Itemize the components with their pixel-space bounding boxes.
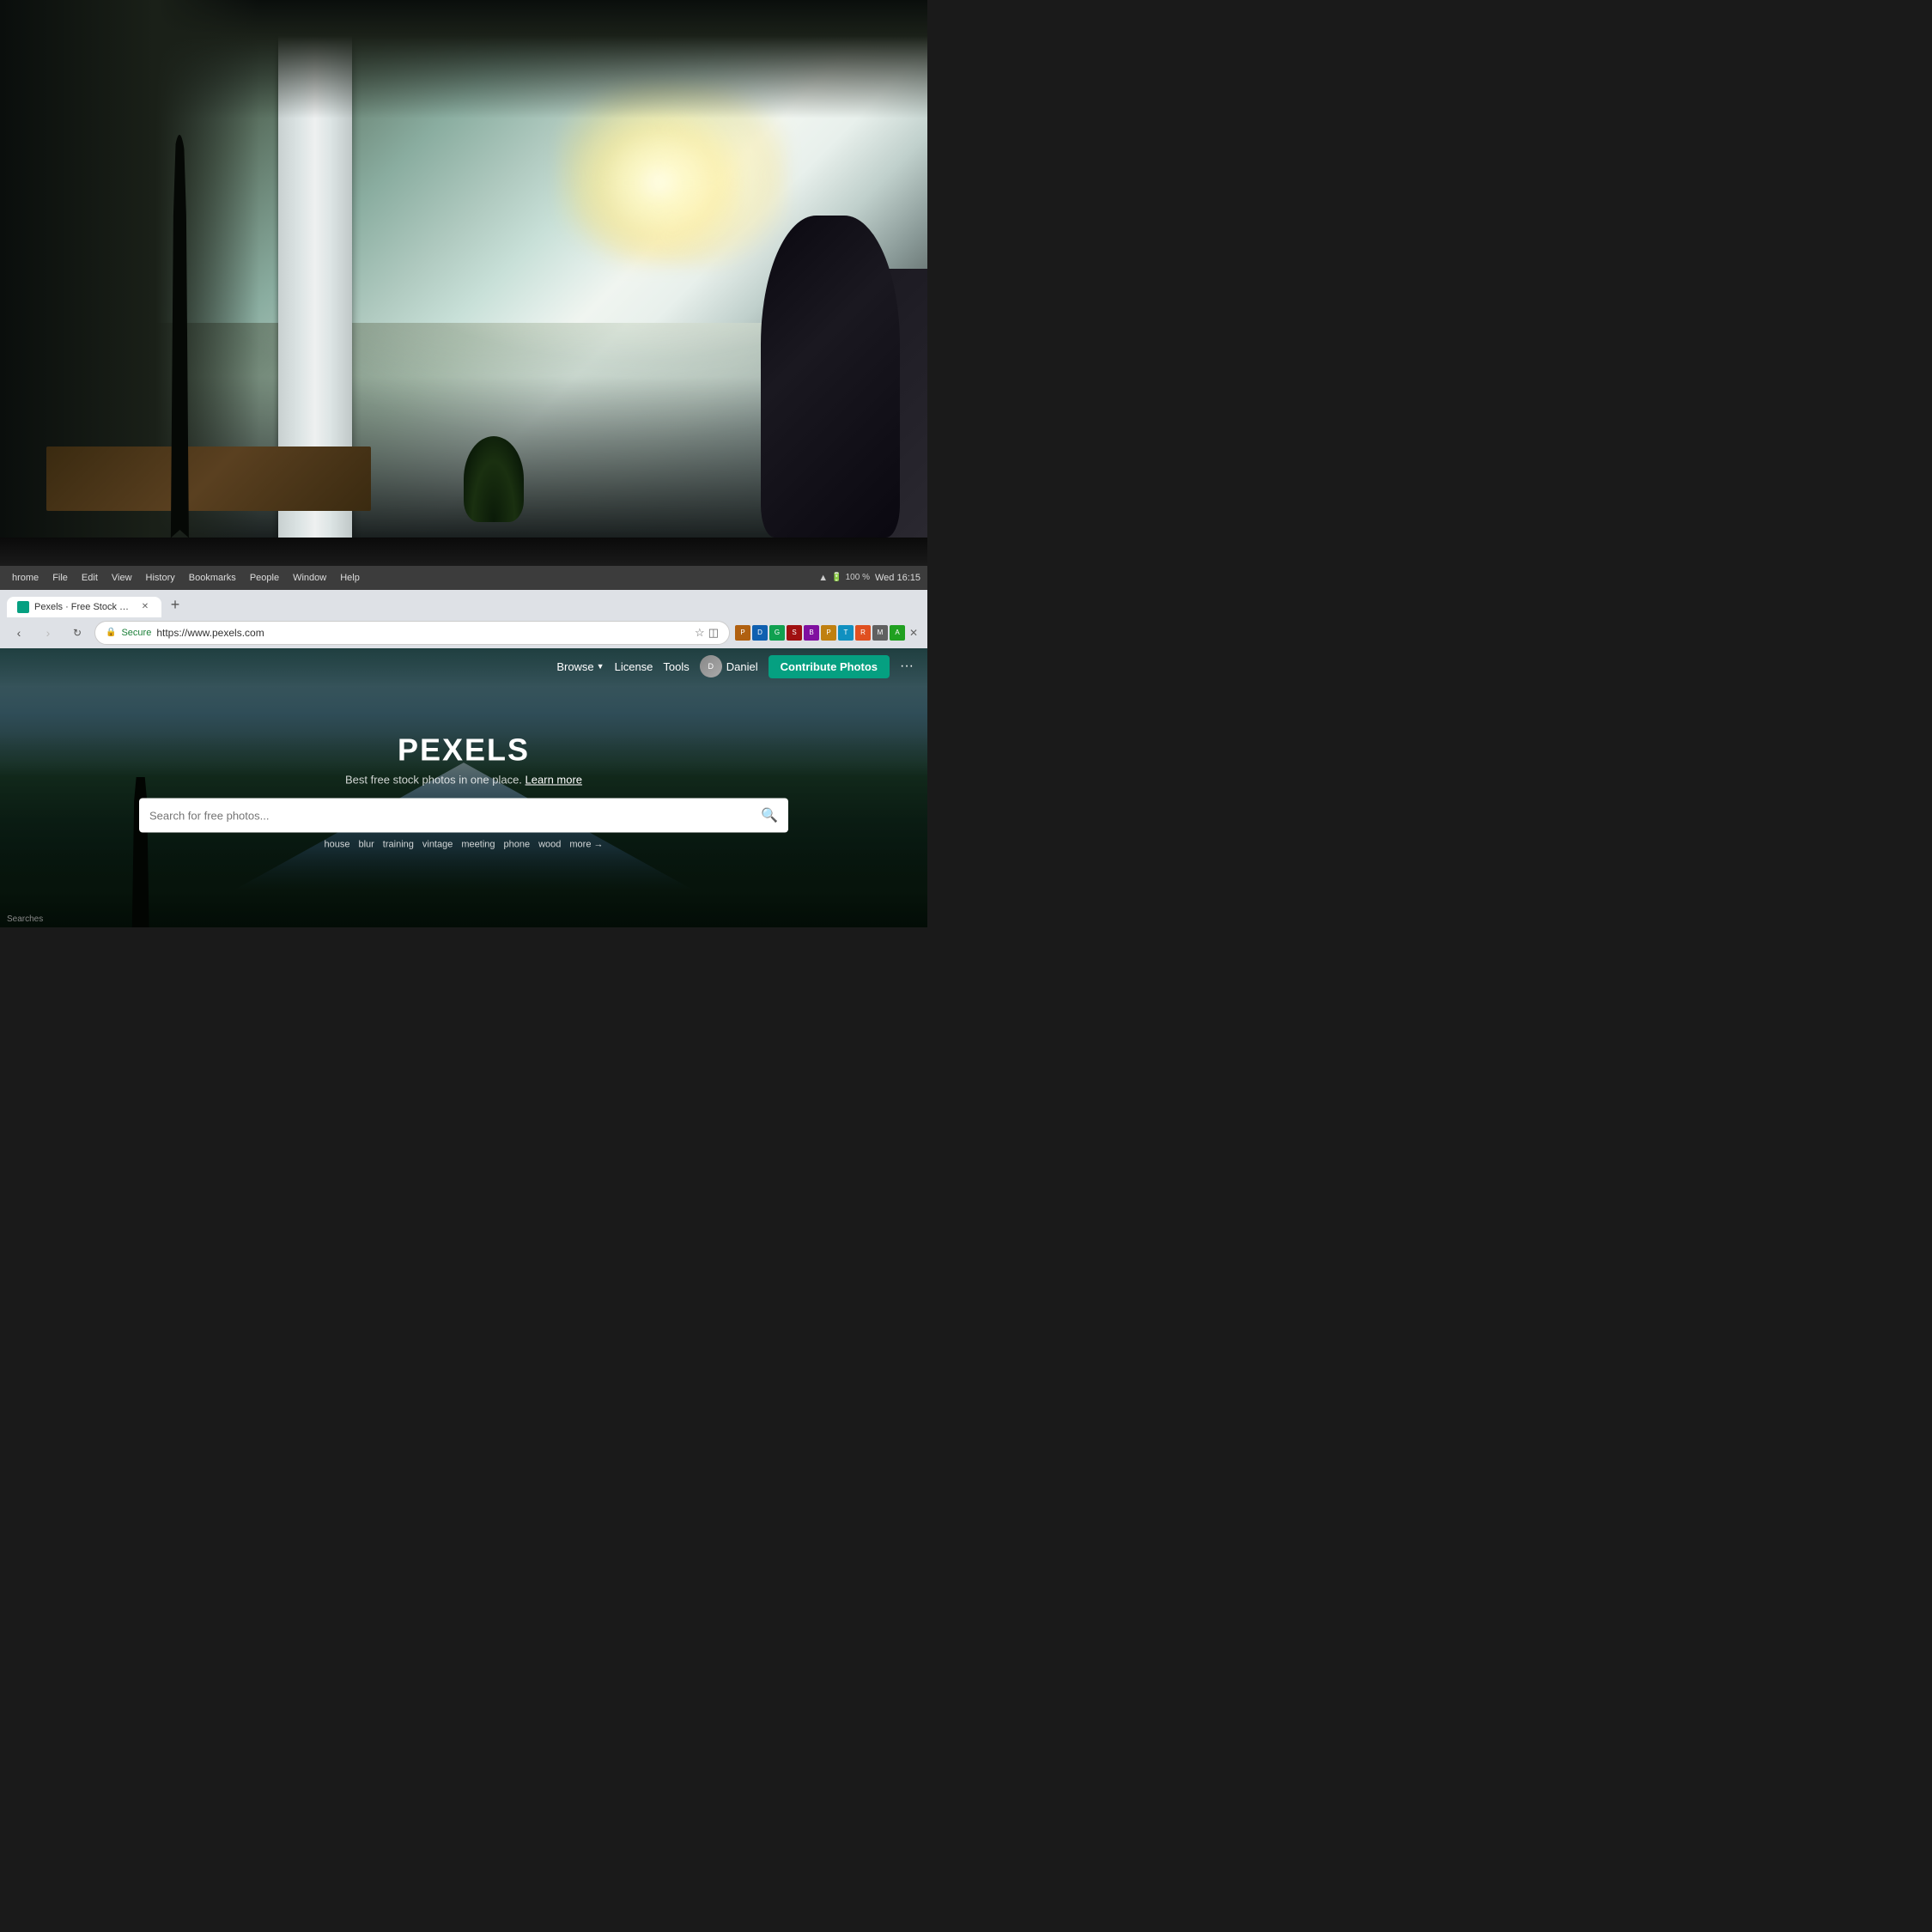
ext-icon-7[interactable]: T	[838, 625, 854, 641]
searches-status: Searches	[7, 914, 43, 924]
tab-title: Pexels · Free Stock Photos	[34, 602, 134, 612]
more-options-icon[interactable]: ···	[900, 659, 914, 674]
url-right-icons: ☆ ◫	[695, 626, 719, 640]
tab-favicon	[17, 601, 29, 613]
more-tags-link[interactable]: more →	[569, 840, 603, 850]
tag-house[interactable]: house	[324, 840, 349, 850]
bookmark-icon[interactable]: ☆	[695, 626, 705, 640]
pexels-tagline: Best free stock photos in one place. Lea…	[139, 774, 788, 787]
os-menu-chrome[interactable]: hrome	[7, 571, 44, 585]
pexels-logo: PEXELS	[139, 732, 788, 769]
browser-chrome: Pexels · Free Stock Photos ✕ +	[0, 590, 927, 617]
window-glow-2	[575, 107, 742, 258]
secure-label: Secure	[121, 628, 151, 638]
os-menu-window[interactable]: Window	[288, 571, 331, 585]
os-menu-bookmarks[interactable]: Bookmarks	[184, 571, 241, 585]
ext-icon-8[interactable]: R	[855, 625, 871, 641]
refresh-button[interactable]: ↻	[65, 621, 89, 645]
monitor-bezel	[0, 538, 927, 565]
os-menu-left: hrome File Edit View History Bookmarks P…	[7, 571, 365, 585]
ext-icon-5[interactable]: B	[804, 625, 819, 641]
tag-training[interactable]: training	[383, 840, 414, 850]
url-bar-row: ‹ › ↻ 🔒 Secure https://www.pexels.com ☆ …	[0, 617, 927, 648]
browse-label: Browse	[556, 660, 593, 673]
os-status-bar: ▲ 🔋 100 % Wed 16:15	[818, 573, 920, 583]
background-photo	[0, 0, 927, 538]
tag-wood[interactable]: wood	[538, 840, 561, 850]
extension-icons: P D G S B P T R M A ✕	[735, 625, 920, 641]
pexels-website: Browse ▼ License Tools D Daniel Contribu…	[0, 648, 927, 927]
learn-more-link[interactable]: Learn more	[526, 774, 582, 787]
tag-phone[interactable]: phone	[504, 840, 531, 850]
hero-content: PEXELS Best free stock photos in one pla…	[139, 732, 788, 850]
avatar-image: D	[700, 655, 722, 677]
chair	[761, 216, 900, 538]
ext-icon-1[interactable]: P	[735, 625, 750, 641]
os-menu-bar: hrome File Edit View History Bookmarks P…	[0, 566, 927, 590]
plant	[464, 436, 524, 522]
tools-nav-item[interactable]: Tools	[663, 660, 689, 673]
os-menu-people[interactable]: People	[245, 571, 284, 585]
ext-icon-10[interactable]: A	[890, 625, 905, 641]
search-tags: house blur training vintage meeting phon…	[139, 840, 788, 850]
os-menu-file[interactable]: File	[47, 571, 73, 585]
browser-window: hrome File Edit View History Bookmarks P…	[0, 566, 927, 927]
new-tab-button[interactable]: +	[163, 593, 187, 617]
search-icon: 🔍	[761, 807, 778, 824]
os-menu-history[interactable]: History	[141, 571, 180, 585]
battery-percent: 100 %	[846, 573, 870, 582]
ext-icon-2[interactable]: D	[752, 625, 768, 641]
ext-icon-9[interactable]: M	[872, 625, 888, 641]
username-label: Daniel	[726, 660, 758, 673]
tabs-row: Pexels · Free Stock Photos ✕ +	[7, 593, 920, 617]
os-menu-view[interactable]: View	[106, 571, 137, 585]
contribute-photos-button[interactable]: Contribute Photos	[769, 655, 890, 678]
secure-icon: 🔒	[106, 628, 116, 637]
pexels-navbar: Browse ▼ License Tools D Daniel Contribu…	[0, 648, 927, 685]
wifi-icon: ▲	[818, 573, 828, 583]
url-text: https://www.pexels.com	[156, 627, 264, 639]
ext-icon-6[interactable]: P	[821, 625, 836, 641]
tag-blur[interactable]: blur	[358, 840, 374, 850]
active-tab[interactable]: Pexels · Free Stock Photos ✕	[7, 597, 161, 617]
browse-chevron-icon: ▼	[597, 662, 605, 671]
os-system-icons: ▲ 🔋 100 %	[818, 573, 870, 583]
url-input[interactable]: 🔒 Secure https://www.pexels.com ☆ ◫	[94, 621, 730, 645]
forward-button[interactable]: ›	[36, 621, 60, 645]
datetime-label: Wed 16:15	[875, 573, 920, 583]
user-avatar[interactable]: D	[700, 655, 722, 677]
reader-mode-icon[interactable]: ◫	[708, 626, 719, 640]
os-menu-edit[interactable]: Edit	[76, 571, 103, 585]
battery-icon: 🔋	[831, 573, 841, 582]
license-nav-item[interactable]: License	[615, 660, 653, 673]
search-input[interactable]	[149, 809, 754, 822]
window-close-button[interactable]: ✕	[907, 626, 920, 640]
back-button[interactable]: ‹	[7, 621, 31, 645]
ext-icon-4[interactable]: S	[787, 625, 802, 641]
browse-nav-item[interactable]: Browse ▼	[556, 660, 604, 673]
tag-vintage[interactable]: vintage	[422, 840, 453, 850]
os-menu-help[interactable]: Help	[335, 571, 365, 585]
tag-meeting[interactable]: meeting	[461, 840, 495, 850]
user-section: D Daniel	[700, 655, 758, 677]
search-bar[interactable]: 🔍	[139, 799, 788, 833]
tab-close-button[interactable]: ✕	[139, 601, 151, 613]
desk	[46, 447, 371, 511]
ext-icon-3[interactable]: G	[769, 625, 785, 641]
